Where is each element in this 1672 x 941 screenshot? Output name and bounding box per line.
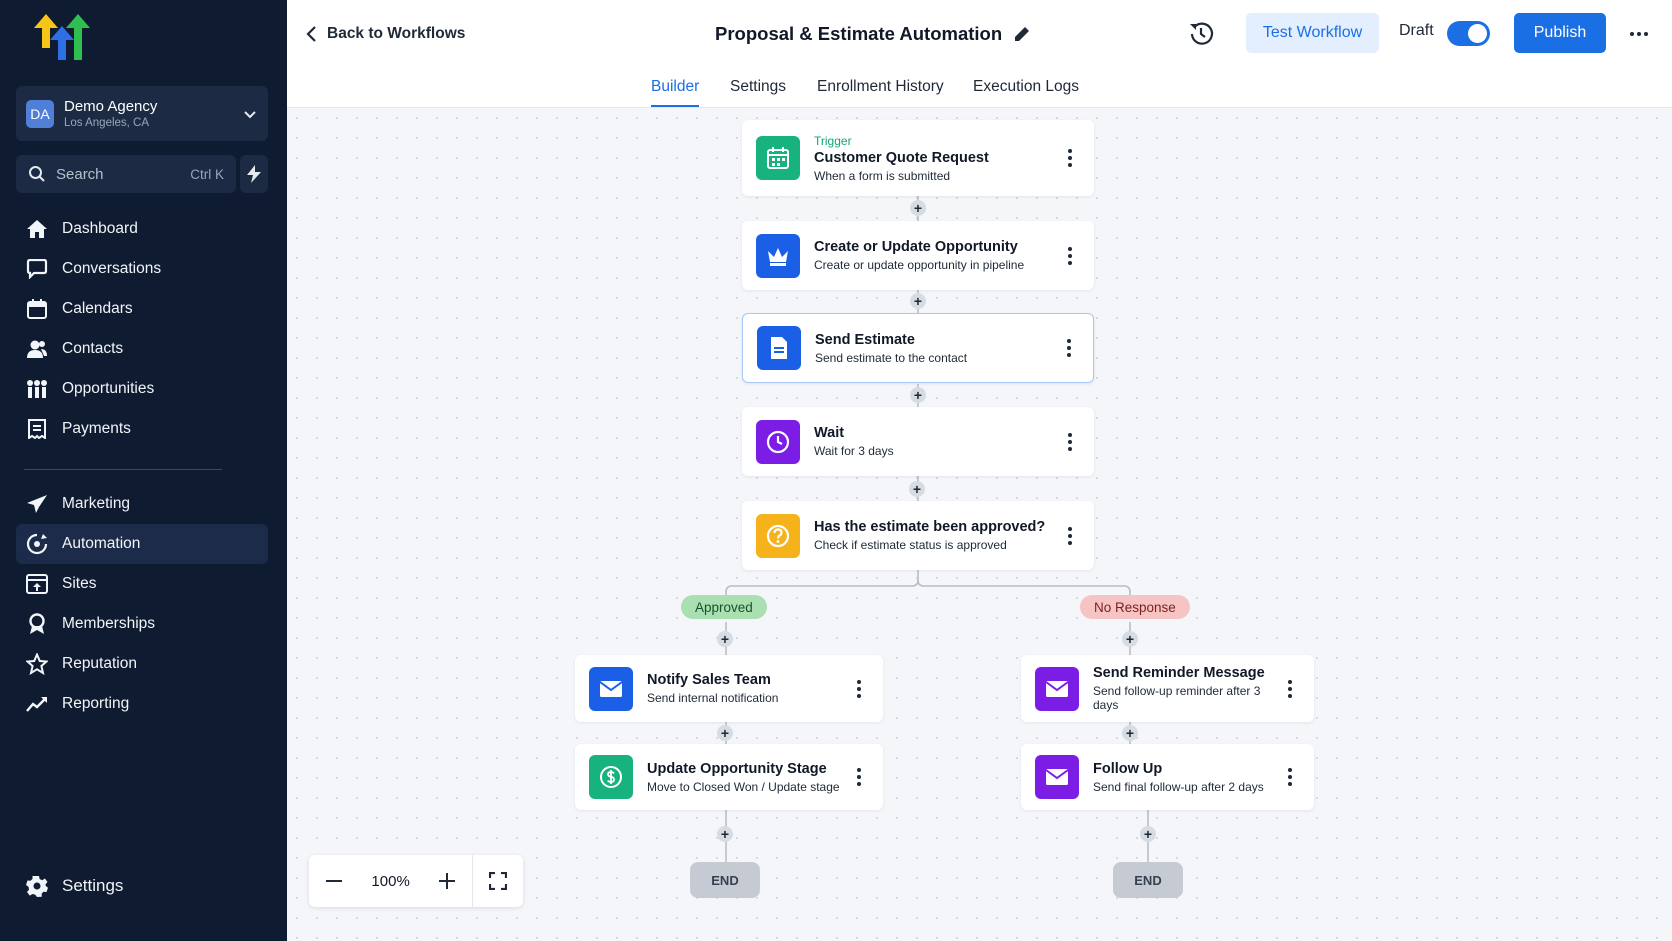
action-node-follow-up[interactable]: Follow Up Send final follow-up after 2 d… xyxy=(1021,744,1314,810)
zoom-level: 100% xyxy=(371,872,410,890)
node-subtitle: Send internal notification xyxy=(647,691,779,705)
clock-icon xyxy=(756,419,800,464)
zoom-out-button[interactable] xyxy=(309,855,359,907)
end-node: END xyxy=(1113,862,1183,898)
question-icon xyxy=(756,513,800,558)
node-title: Follow Up xyxy=(1093,760,1163,777)
add-step-button[interactable]: + xyxy=(717,826,733,842)
action-node-send-reminder[interactable]: Send Reminder Message Send follow-up rem… xyxy=(1021,655,1314,722)
node-subtitle: Send follow-up reminder after 3 days xyxy=(1093,684,1261,712)
node-title: Update Opportunity Stage xyxy=(647,760,827,777)
node-title: Notify Sales Team xyxy=(647,672,771,688)
node-title: Send Reminder Message xyxy=(1093,665,1265,681)
zoom-in-button[interactable] xyxy=(422,855,472,907)
minus-icon xyxy=(325,880,342,882)
zoom-controls: 100% xyxy=(309,855,523,907)
node-subtitle: Move to Closed Won / Update stage xyxy=(647,779,840,794)
mail-icon xyxy=(1035,755,1079,799)
branch-approved-label[interactable]: Approved xyxy=(681,595,767,619)
mail-icon xyxy=(589,666,633,711)
end-node: END xyxy=(690,862,760,898)
mail-icon xyxy=(1035,666,1079,711)
expand-icon xyxy=(489,872,508,890)
fit-to-screen-button[interactable] xyxy=(473,855,523,907)
crown-icon xyxy=(756,233,800,278)
kebab-menu-icon[interactable] xyxy=(1058,427,1082,457)
form-calendar-icon xyxy=(756,136,800,180)
add-step-button[interactable]: + xyxy=(909,481,925,497)
add-step-button[interactable]: + xyxy=(1122,725,1138,741)
node-subtitle: Create or update opportunity in pipeline xyxy=(814,258,1025,272)
node-subtitle: When a form is submitted xyxy=(814,168,951,183)
kebab-menu-icon[interactable] xyxy=(847,674,871,704)
kebab-menu-icon[interactable] xyxy=(1278,762,1302,792)
action-node-wait[interactable]: Wait Wait for 3 days xyxy=(742,407,1094,476)
kebab-menu-icon[interactable] xyxy=(1057,333,1081,363)
plus-icon xyxy=(439,873,456,889)
node-subtitle: Send estimate to the contact xyxy=(815,350,968,365)
kebab-menu-icon[interactable] xyxy=(847,762,871,792)
add-step-button[interactable]: + xyxy=(717,631,733,647)
add-step-button[interactable]: + xyxy=(910,200,926,216)
action-node-send-estimate[interactable]: Send Estimate Send estimate to the conta… xyxy=(742,313,1094,383)
condition-node[interactable]: Has the estimate been approved? Check if… xyxy=(742,501,1094,570)
node-subtitle: Check if estimate status is approved xyxy=(814,538,1007,552)
node-title: Has the estimate been approved? xyxy=(814,519,1046,535)
node-title: Create or Update Opportunity xyxy=(814,239,1018,255)
kebab-menu-icon[interactable] xyxy=(1058,521,1082,551)
action-node-opportunity[interactable]: Create or Update Opportunity Create or u… xyxy=(742,221,1094,290)
node-title: Wait xyxy=(814,425,845,441)
kebab-menu-icon[interactable] xyxy=(1278,674,1302,704)
trigger-node[interactable]: Trigger Customer Quote Request When a fo… xyxy=(742,120,1094,196)
add-step-button[interactable]: + xyxy=(910,293,926,309)
add-step-button[interactable]: + xyxy=(1122,631,1138,647)
add-step-button[interactable]: + xyxy=(910,387,926,403)
action-node-update-stage[interactable]: Update Opportunity Stage Move to Closed … xyxy=(575,744,883,810)
branch-no-response-label[interactable]: No Response xyxy=(1080,595,1190,619)
node-title: Send Estimate xyxy=(815,331,915,348)
node-subtitle: Send final follow-up after 2 days xyxy=(1093,779,1264,794)
kebab-menu-icon[interactable] xyxy=(1058,143,1082,173)
add-step-button[interactable]: + xyxy=(717,725,733,741)
document-icon xyxy=(757,326,801,370)
trigger-kicker: Trigger xyxy=(814,133,852,148)
dollar-icon xyxy=(589,755,633,799)
node-title: Customer Quote Request xyxy=(814,149,989,166)
node-subtitle: Wait for 3 days xyxy=(814,444,894,458)
add-step-button[interactable]: + xyxy=(1140,826,1156,842)
kebab-menu-icon[interactable] xyxy=(1058,241,1082,271)
action-node-notify-sales[interactable]: Notify Sales Team Send internal notifica… xyxy=(575,655,883,722)
